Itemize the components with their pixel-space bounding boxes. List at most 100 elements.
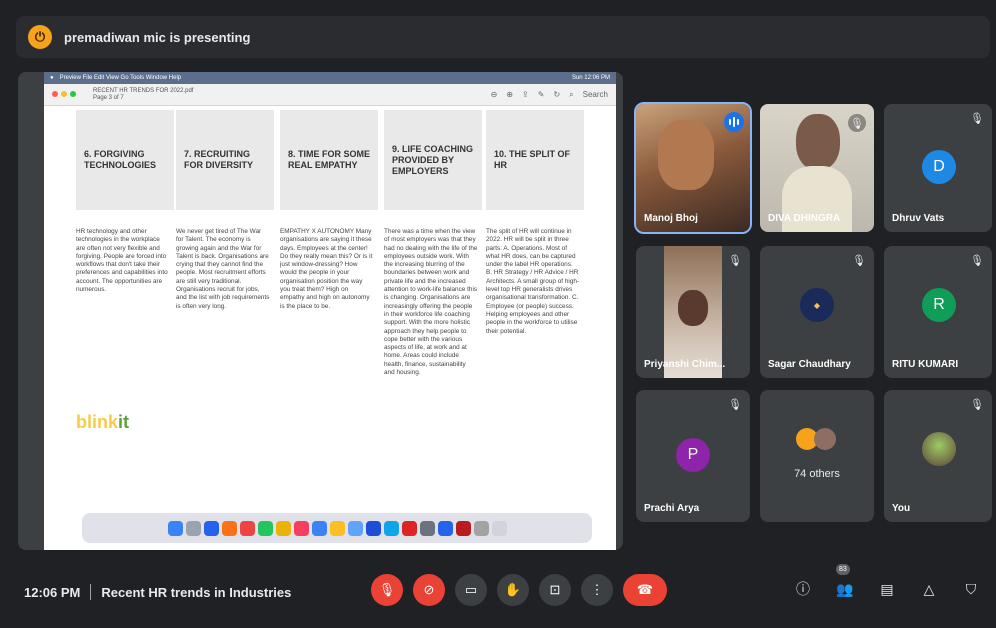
menubar-clock: Sun 12:06 PM xyxy=(571,75,610,81)
pdf-title-block: RECENT HR TRENDS FOR 2022.pdf Page 3 of … xyxy=(93,88,193,102)
calendar-icon xyxy=(293,520,309,536)
zoom-in-icon: ⊕ xyxy=(506,89,514,99)
participant-name: RITU KUMARI xyxy=(892,359,959,370)
raise-hand-icon: ✋ xyxy=(504,582,522,597)
search-icon: ⌕ xyxy=(569,89,574,99)
camera-off-icon: ⊘ xyxy=(423,582,435,597)
pdf-file-title: RECENT HR TRENDS FOR 2022.pdf xyxy=(93,87,194,94)
more-options-button[interactable]: ⋮ xyxy=(581,574,613,606)
speaking-indicator-icon xyxy=(724,112,744,132)
trend-body: HR technology and other technologies in … xyxy=(76,228,168,294)
participant-name: You xyxy=(892,503,911,514)
trend-body: EMPATHY X AUTONOMY Many organisations ar… xyxy=(280,228,373,310)
settings-icon xyxy=(419,520,435,536)
mic-off-icon: 🎙 xyxy=(970,113,984,125)
call-end-icon: ☎ xyxy=(636,582,654,597)
safari-icon xyxy=(203,520,219,536)
avatar: P xyxy=(676,438,710,472)
pdf-search-field: Search xyxy=(582,89,608,99)
captions-button[interactable]: ▭ xyxy=(455,574,487,606)
camera-off-button[interactable]: ⊘ xyxy=(413,574,445,606)
avatar-image xyxy=(922,432,956,466)
mic-off-icon: 🎙 xyxy=(728,255,742,267)
participant-tile[interactable]: 🎙 ◆ Sagar Chaudhary xyxy=(760,246,874,378)
trend-body: We never get tired of The War for Talent… xyxy=(176,228,270,310)
mic-off-icon: 🎙 xyxy=(378,582,396,597)
trend-column: 9. LIFE COACHING PROVIDED BY EMPLOYERS T… xyxy=(384,110,482,377)
participant-tile[interactable]: 🎙 D Dhruv Vats xyxy=(884,104,992,232)
word-icon xyxy=(365,520,381,536)
pdf-tools: ⊖ ⊕ ⇪ ✎ ↻ ⌕ Search xyxy=(491,90,608,100)
info-icon: ⓘ xyxy=(796,581,810,597)
raise-hand-button[interactable]: ✋ xyxy=(497,574,529,606)
mic-off-icon: 🎙 xyxy=(970,399,984,411)
close-dot-icon xyxy=(52,90,58,97)
participant-name: Dhruv Vats xyxy=(892,213,945,224)
keynote-icon xyxy=(347,520,363,536)
trend-body: The split of HR will continue in 2022. H… xyxy=(486,228,580,335)
avatar: R xyxy=(922,288,956,322)
zoom-dot-icon xyxy=(70,90,76,97)
mic-off-button[interactable]: 🎙 xyxy=(371,574,403,606)
participant-tile[interactable]: 🎙 R RITU KUMARI xyxy=(884,246,992,378)
meeting-info: 12:06 PM Recent HR trends in Industries xyxy=(24,584,291,600)
activities-button[interactable]: △ xyxy=(918,578,940,600)
rotate-icon: ↻ xyxy=(553,89,561,99)
meeting-title: Recent HR trends in Industries xyxy=(101,584,292,600)
trend-column: 8. TIME FOR SOME REAL EMPATHY EMPATHY X … xyxy=(280,110,378,311)
zoom-app-icon xyxy=(383,520,399,536)
participant-tile[interactable]: 🎙 DIVA DHINGRA xyxy=(760,104,874,232)
chat-icon: ▤ xyxy=(880,580,894,597)
apple-icon: ● xyxy=(50,75,54,81)
meeting-details-button[interactable]: ⓘ xyxy=(792,578,814,600)
others-tile[interactable]: 74 others xyxy=(760,390,874,522)
mic-off-icon: 🎙 xyxy=(970,255,984,267)
finder-icon xyxy=(167,520,183,536)
presentation-stage: ● Preview File Edit View Go Tools Window… xyxy=(18,72,623,550)
avatar xyxy=(814,428,836,450)
blinkit-logo: blinkit xyxy=(76,412,129,433)
present-button[interactable]: ⊡ xyxy=(539,574,571,606)
participant-tile-self[interactable]: 🎙 You xyxy=(884,390,992,522)
participant-name: Prachi Arya xyxy=(644,503,700,514)
people-count-badge: 83 xyxy=(836,564,850,575)
call-controls: 🎙 ⊘ ▭ ✋ ⊡ ⋮ ☎ xyxy=(371,574,667,606)
leave-call-button[interactable]: ☎ xyxy=(623,574,667,606)
participant-name: Sagar Chaudhary xyxy=(768,359,851,370)
chat-button[interactable]: ▤ xyxy=(876,578,898,600)
trend-heading: 9. LIFE COACHING PROVIDED BY EMPLOYERS xyxy=(384,110,482,210)
pdf-page-info: Page 3 of 7 xyxy=(93,94,124,101)
trend-heading: 7. RECRUITING FOR DIVERSITY xyxy=(176,110,274,210)
minimize-dot-icon xyxy=(61,90,67,97)
captions-icon: ▭ xyxy=(464,582,478,597)
people-button[interactable]: 83 👥 xyxy=(834,564,856,600)
markup-icon: ✎ xyxy=(537,89,545,99)
messages-icon xyxy=(257,520,273,536)
participant-tile[interactable]: 🎙 Priyanshi Chim... xyxy=(636,246,750,378)
person-figure xyxy=(678,290,708,326)
trash-icon xyxy=(491,520,507,536)
zoom-out-icon: ⊖ xyxy=(490,89,498,99)
avatar-image: ◆ xyxy=(800,288,834,322)
files-icon xyxy=(311,520,327,536)
mac-dock xyxy=(82,513,592,543)
logo-part-1: blink xyxy=(76,412,119,432)
host-controls-button[interactable]: ⛉ xyxy=(960,578,982,600)
participant-name: Priyanshi Chim... xyxy=(644,359,726,370)
notes-icon xyxy=(329,520,345,536)
present-icon: ⊡ xyxy=(549,582,561,597)
presenting-text: premadiwan mic is presenting xyxy=(64,29,251,45)
trend-column: 7. RECRUITING FOR DIVERSITY We never get… xyxy=(176,110,274,311)
participant-name: Manoj Bhoj xyxy=(644,213,698,224)
person-figure xyxy=(658,120,714,190)
avatar: D xyxy=(922,150,956,184)
mic-off-icon: 🎙 xyxy=(848,114,866,132)
participant-tile[interactable]: Manoj Bhoj xyxy=(634,102,752,234)
downloads-icon xyxy=(473,520,489,536)
participant-tile[interactable]: 🎙 P Prachi Arya xyxy=(636,390,750,522)
participant-name: DIVA DHINGRA xyxy=(768,213,841,224)
host-controls-icon: ⛉ xyxy=(965,580,977,597)
launchpad-icon xyxy=(185,520,201,536)
more-vert-icon: ⋮ xyxy=(590,582,604,597)
activities-icon: △ xyxy=(923,580,935,597)
